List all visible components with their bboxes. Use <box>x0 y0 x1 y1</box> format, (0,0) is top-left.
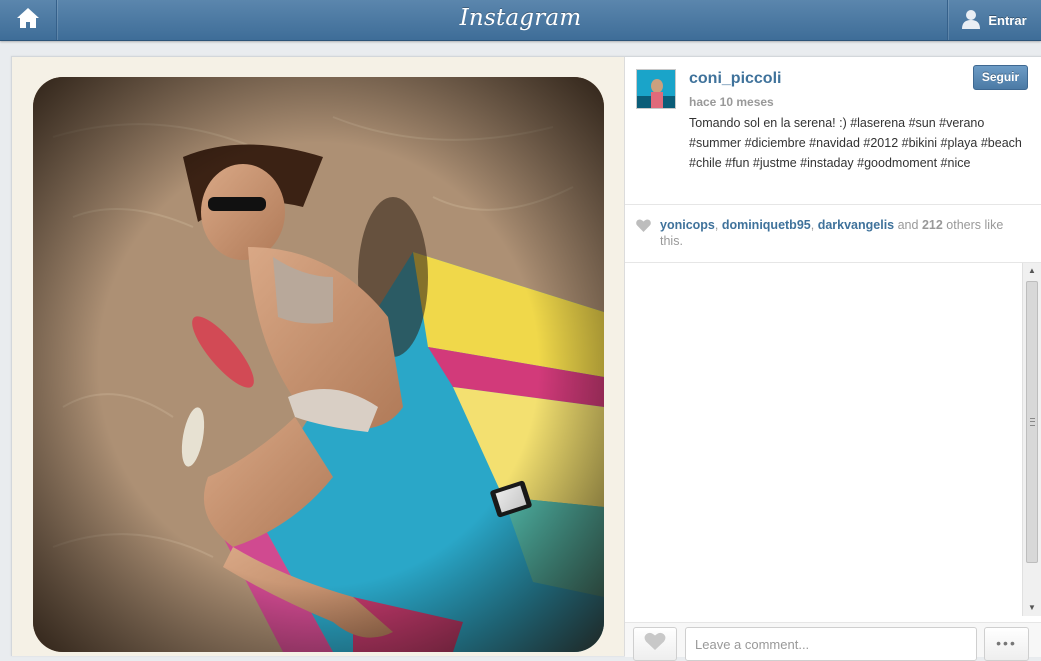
login-label: Entrar <box>988 12 1027 28</box>
post-timestamp[interactable]: hace 10 meses <box>689 95 774 109</box>
liker-link[interactable]: yonicops <box>660 218 715 232</box>
more-options-button[interactable]: ••• <box>984 627 1029 661</box>
comments-scrollbar[interactable]: ▲ ▼ <box>1022 263 1041 616</box>
comments-section: ▲ ▼ <box>625 263 1041 622</box>
liker-link[interactable]: dominiquetb95 <box>722 218 811 232</box>
instagram-logo: Instagram <box>459 5 582 31</box>
post-details-pane: coni_piccoli hace 10 meses Seguir Tomand… <box>625 57 1041 661</box>
likes-and: and <box>897 218 919 232</box>
scroll-up-icon[interactable]: ▲ <box>1023 263 1041 279</box>
scroll-down-icon[interactable]: ▼ <box>1023 600 1041 616</box>
comment-bar: ••• <box>625 622 1041 661</box>
login-button[interactable]: Entrar <box>947 0 1041 40</box>
home-button[interactable] <box>0 0 57 40</box>
follow-button[interactable]: Seguir <box>973 65 1028 90</box>
grip-icon <box>1030 418 1035 426</box>
scrollbar-thumb[interactable] <box>1026 281 1038 563</box>
like-button[interactable] <box>633 627 677 661</box>
heart-outline-icon <box>644 632 666 656</box>
post-card: coni_piccoli hace 10 meses Seguir Tomand… <box>11 56 1041 661</box>
likes-section: yonicops, dominiquetb95, darkvangelis an… <box>625 205 1041 263</box>
post-caption: Tomando sol en la serena! :) #laserena #… <box>689 116 1022 170</box>
comments-list <box>632 263 967 615</box>
liker-link[interactable]: darkvangelis <box>818 218 894 232</box>
post-header: coni_piccoli hace 10 meses Seguir Tomand… <box>625 57 1041 205</box>
home-icon <box>16 7 40 34</box>
likes-count[interactable]: 212 <box>922 218 943 232</box>
heart-icon <box>636 219 651 237</box>
user-icon <box>962 9 981 32</box>
likes-summary: yonicops, dominiquetb95, darkvangelis an… <box>660 218 1004 248</box>
username-link[interactable]: coni_piccoli <box>689 70 781 88</box>
post-photo[interactable] <box>33 77 604 652</box>
avatar[interactable] <box>636 69 676 109</box>
top-nav-bar: Instagram Entrar <box>0 0 1041 41</box>
photo-pane <box>12 57 625 656</box>
comment-input[interactable] <box>685 627 977 661</box>
